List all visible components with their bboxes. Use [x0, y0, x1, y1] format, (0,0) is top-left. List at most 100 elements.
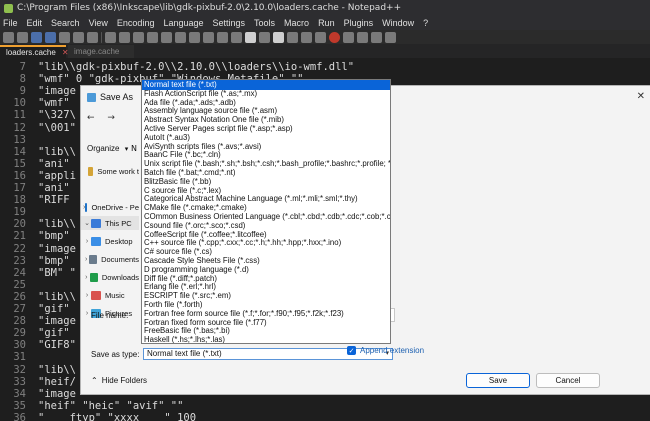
folder-workspace-icon[interactable] [315, 31, 326, 43]
organize-button[interactable]: Organize ▾ [87, 144, 128, 153]
menu-bar: File Edit Search View Encoding Language Settin… [0, 16, 650, 30]
chevron-right-icon: › [85, 237, 89, 245]
menu-item[interactable]: Encoding [117, 18, 155, 28]
all-chars-icon[interactable] [259, 31, 270, 43]
function-list-icon[interactable] [301, 31, 312, 43]
folder-icon [87, 166, 94, 176]
nav-item[interactable]: › Documents [81, 252, 139, 266]
menu-item[interactable]: Macro [284, 18, 309, 28]
tab-active[interactable]: loaders.cache ✕ [0, 45, 69, 58]
save-as-type-label: Save as type: [91, 350, 140, 359]
nav-item-label: Downloads [101, 272, 139, 282]
play-macro-icon[interactable] [357, 31, 368, 43]
folder-icon [89, 272, 98, 282]
chevron-down-icon: ▾ [124, 146, 129, 153]
indent-guide-icon[interactable] [273, 31, 284, 43]
menu-item[interactable]: Tools [254, 18, 275, 28]
chevron-right-icon: ⌄ [84, 220, 90, 227]
tab-inactive[interactable]: image.cache [68, 45, 134, 58]
nav-item-label: This PC [105, 218, 132, 228]
hide-folders-button[interactable]: ⌃ Hide Folders [91, 376, 147, 385]
zoom-in-icon[interactable] [203, 31, 214, 43]
save-as-icon [87, 92, 96, 102]
close-icon[interactable] [59, 31, 70, 43]
sync-v-icon[interactable] [231, 31, 242, 43]
forward-icon[interactable]: → [107, 113, 115, 123]
record-macro-icon[interactable] [329, 31, 340, 43]
nav-item[interactable]: Some work t [81, 164, 139, 178]
nav-item[interactable]: › Downloads [81, 270, 139, 284]
run-macro-icon[interactable] [371, 31, 382, 43]
menu-item[interactable]: Edit [27, 18, 43, 28]
cancel-button[interactable]: Cancel [536, 373, 600, 388]
back-icon[interactable]: ← [87, 113, 95, 123]
zoom-out-icon[interactable] [217, 31, 228, 43]
nav-buttons: ← → [87, 113, 147, 125]
append-extension-checkbox[interactable]: ✓ Append extension [347, 346, 424, 355]
nav-item[interactable]: › Music [81, 288, 139, 302]
close-all-icon[interactable] [73, 31, 84, 43]
nav-item-label: OneDrive - Pe [91, 202, 139, 212]
cut-icon[interactable] [105, 31, 116, 43]
menu-item[interactable]: ? [423, 18, 428, 28]
chevron-right-icon: › [85, 309, 89, 317]
copy-icon[interactable] [119, 31, 130, 43]
dialog-title-bar: Save As [87, 92, 133, 102]
notepad-app-icon [4, 3, 13, 13]
paste-icon[interactable] [133, 31, 144, 43]
menu-item[interactable]: Window [382, 18, 414, 28]
menu-item[interactable]: Run [318, 18, 335, 28]
organize-label: Organize [87, 144, 120, 153]
open-file-icon[interactable] [17, 31, 28, 43]
new-file-icon[interactable] [3, 31, 14, 43]
file-type-dropdown-list[interactable]: Normal text file (*.txt) Flash ActionScri… [141, 79, 391, 344]
tab-label: image.cache [74, 47, 120, 56]
save-all-icon[interactable] [45, 31, 56, 43]
nav-item-label: Some work t [97, 166, 139, 176]
notepad-plus-plus-window: C:\Program Files (x86)\Inkscape\lib\gdk-… [0, 0, 650, 421]
menu-item[interactable]: Settings [213, 18, 246, 28]
toolbar-separator [101, 31, 102, 43]
nav-item[interactable]: ⌄ This PC [81, 216, 139, 230]
navigation-pane: Some work t › OneDrive - Pe ⌄ This PC › Deskto… [81, 158, 139, 330]
editor-line: 36 " ftyp" "xxxx " 100 [0, 411, 650, 421]
window-title: C:\Program Files (x86)\Inkscape\lib\gdk-… [17, 3, 402, 13]
tab-bar: loaders.cache ✕ image.cache [0, 44, 650, 58]
folder-icon [91, 290, 101, 300]
menu-item[interactable]: Search [51, 18, 80, 28]
menu-item[interactable]: File [3, 18, 18, 28]
wrap-icon[interactable] [245, 31, 256, 43]
undo-icon[interactable] [147, 31, 158, 43]
chevron-right-icon: › [85, 273, 88, 281]
menu-item[interactable]: View [89, 18, 108, 28]
dialog-title: Save As [100, 92, 134, 102]
menu-item[interactable]: Language [163, 18, 203, 28]
find-icon[interactable] [175, 31, 186, 43]
nav-item-label: Documents [101, 254, 139, 264]
file-type-option[interactable]: Haskell (*.hs;*.lhs;*.las) [142, 335, 390, 343]
nav-item-label: Desktop [105, 236, 133, 246]
line-number: 36 [13, 411, 26, 421]
chevron-right-icon: › [85, 291, 89, 299]
title-bar: C:\Program Files (x86)\Inkscape\lib\gdk-… [0, 0, 650, 16]
nav-item[interactable]: › OneDrive - Pe [81, 200, 139, 214]
file-name-label: File name: [91, 311, 129, 320]
print-icon[interactable] [87, 31, 98, 43]
tab-label: loaders.cache [6, 48, 56, 57]
folder-icon [91, 236, 101, 246]
stop-macro-icon[interactable] [343, 31, 354, 43]
chevron-up-icon: ⌃ [91, 376, 98, 385]
close-icon[interactable]: ✕ [637, 91, 645, 102]
menu-item[interactable]: Plugins [344, 18, 374, 28]
save-as-type-value: Normal text file (*.txt) [147, 349, 222, 358]
new-folder-button[interactable]: N [131, 144, 137, 153]
save-button[interactable]: Save [466, 373, 530, 388]
nav-item[interactable]: › Desktop [81, 234, 139, 248]
save-macro-icon[interactable] [385, 31, 396, 43]
replace-icon[interactable] [189, 31, 200, 43]
doc-map-icon[interactable] [287, 31, 298, 43]
folder-icon [85, 202, 88, 212]
save-icon[interactable] [31, 31, 42, 43]
redo-icon[interactable] [161, 31, 172, 43]
checkmark-icon: ✓ [347, 346, 356, 355]
